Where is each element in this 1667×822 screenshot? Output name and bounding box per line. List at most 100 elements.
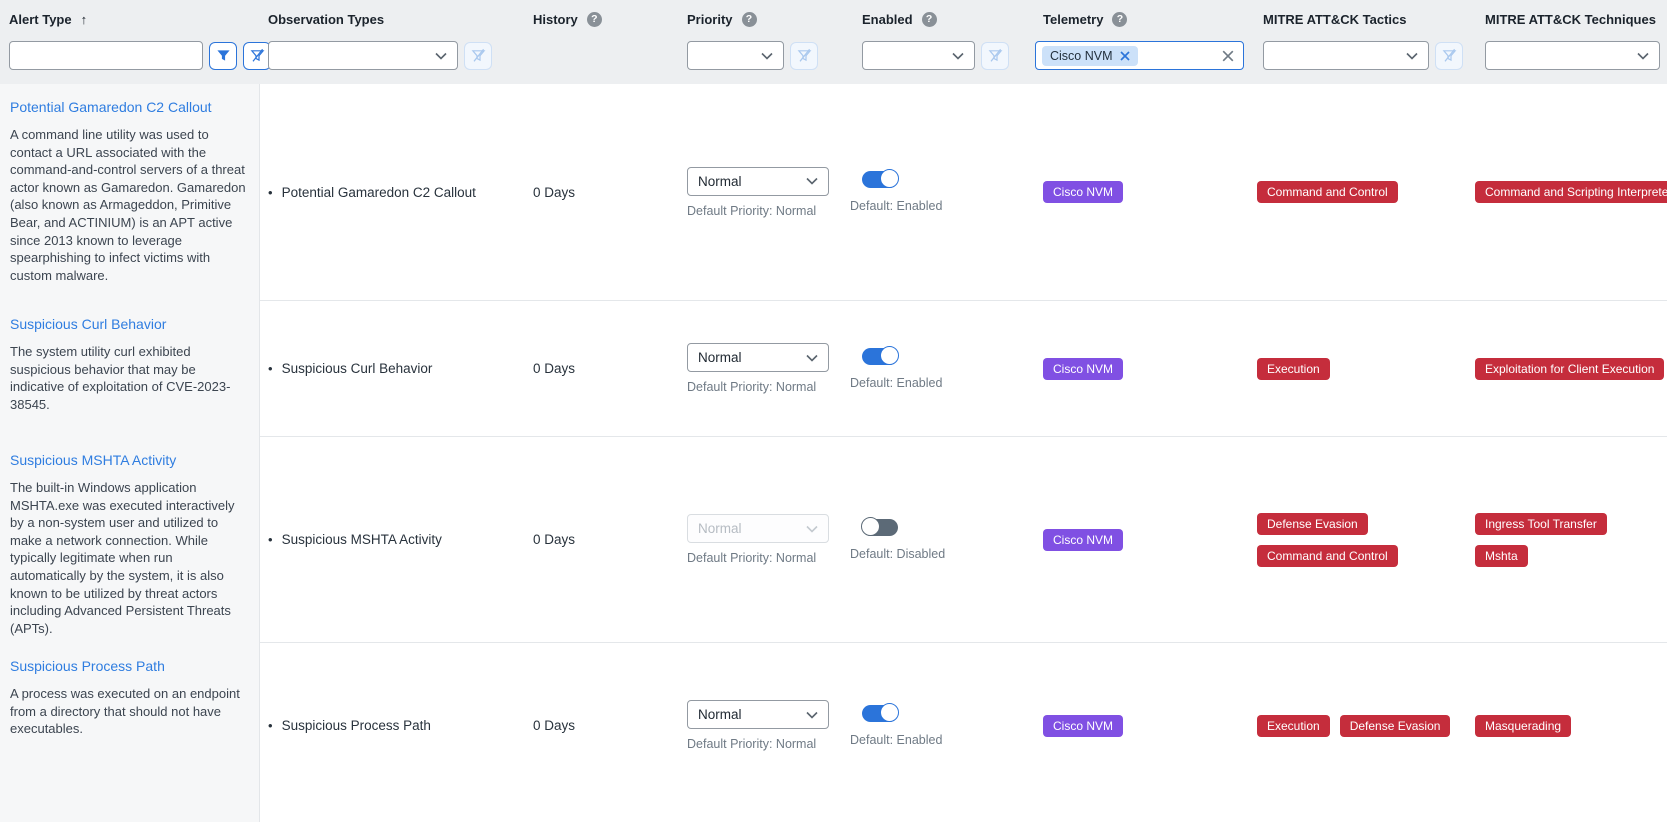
bullet-icon xyxy=(268,531,273,548)
enabled-cell: Default: Enabled xyxy=(818,301,1033,436)
priority-cell: Normal Default Priority: Normal xyxy=(643,437,818,642)
telemetry-badge: Cisco NVM xyxy=(1043,358,1123,380)
clear-multiselect-icon[interactable] xyxy=(1222,50,1234,62)
priority-default-caption: Default Priority: Normal xyxy=(687,737,829,751)
history-value: 0 Days xyxy=(533,361,575,376)
alert-type-link[interactable]: Suspicious Curl Behavior xyxy=(10,315,249,333)
priority-cell: Normal Default Priority: Normal xyxy=(643,643,818,808)
priority-default-caption: Default Priority: Normal xyxy=(687,380,829,394)
funnel-icon xyxy=(216,48,231,63)
history-value: 0 Days xyxy=(533,718,575,733)
mitre-tactic-badge: Execution xyxy=(1257,715,1330,737)
priority-filter-select[interactable] xyxy=(687,41,784,70)
observation-types-cell: Potential Gamaredon C2 Callout xyxy=(260,84,498,300)
help-icon[interactable] xyxy=(742,12,757,27)
priority-select[interactable]: Normal xyxy=(687,167,829,196)
history-cell: 0 Days xyxy=(498,643,643,808)
observation-types-cell: Suspicious Curl Behavior xyxy=(260,301,498,436)
bullet-icon xyxy=(268,717,273,734)
column-label-telemetry: Telemetry xyxy=(1043,12,1103,27)
bullet-icon xyxy=(268,360,273,377)
enabled-cell: Default: Enabled xyxy=(818,84,1033,300)
enabled-cell: Default: Enabled xyxy=(818,643,1033,808)
header-alert-type: Alert Type ↑ xyxy=(0,0,260,84)
enabled-toggle[interactable] xyxy=(862,348,898,365)
chevron-down-icon xyxy=(1406,52,1418,60)
alert-type-link[interactable]: Suspicious Process Path xyxy=(10,657,249,675)
telemetry-cell: Cisco NVM xyxy=(1033,437,1248,642)
history-cell: 0 Days xyxy=(498,301,643,436)
chevron-down-icon xyxy=(806,525,818,533)
header-mitre-tactics: MITRE ATT&CK Tactics xyxy=(1248,0,1463,84)
column-label-alert-type: Alert Type xyxy=(9,12,72,27)
alert-type-link[interactable]: Suspicious MSHTA Activity xyxy=(10,451,249,469)
column-label-mitre-techniques: MITRE ATT&CK Techniques xyxy=(1485,12,1656,27)
alert-type-cell: Suspicious Process Path A process was ex… xyxy=(0,643,260,822)
help-icon[interactable] xyxy=(922,12,937,27)
column-label-priority: Priority xyxy=(687,12,733,27)
funnel-slash-icon xyxy=(1442,48,1457,63)
enabled-default-caption: Default: Disabled xyxy=(850,547,945,561)
mitre-techniques-cell: Ingress Tool Transfer Mshta xyxy=(1463,437,1667,642)
alert-type-filter-input[interactable] xyxy=(9,41,203,70)
priority-select-value: Normal xyxy=(698,521,742,536)
column-label-enabled: Enabled xyxy=(862,12,913,27)
mitre-techniques-filter-select[interactable] xyxy=(1485,41,1660,70)
observation-type-label: Suspicious MSHTA Activity xyxy=(282,531,442,548)
priority-default-caption: Default Priority: Normal xyxy=(687,204,829,218)
alert-type-description: A process was executed on an endpoint fr… xyxy=(10,685,249,738)
observation-type-item: Suspicious MSHTA Activity xyxy=(268,531,442,548)
column-label-observation-types: Observation Types xyxy=(268,12,384,27)
priority-select[interactable]: Normal xyxy=(687,343,829,372)
funnel-slash-icon xyxy=(797,48,812,63)
enabled-default-caption: Default: Enabled xyxy=(850,733,942,747)
alert-type-cell: Suspicious Curl Behavior The system util… xyxy=(0,301,260,450)
header-mitre-techniques: MITRE ATT&CK Techniques xyxy=(1463,0,1667,84)
telemetry-cell: Cisco NVM xyxy=(1033,301,1248,436)
alert-type-description: The system utility curl exhibited suspic… xyxy=(10,343,249,413)
priority-select: Normal xyxy=(687,514,829,543)
enabled-toggle[interactable] xyxy=(862,519,898,536)
toggle-knob xyxy=(861,517,880,536)
funnel-slash-icon xyxy=(471,48,486,63)
help-icon[interactable] xyxy=(587,12,602,27)
header-history: History xyxy=(498,0,643,84)
mitre-technique-badge: Exploitation for Client Execution xyxy=(1475,358,1664,380)
telemetry-filter-multiselect[interactable]: Cisco NVM xyxy=(1035,41,1244,70)
priority-default-caption: Default Priority: Normal xyxy=(687,551,829,565)
mitre-technique-badge: Mshta xyxy=(1475,545,1528,567)
clear-column-filter-button xyxy=(464,42,492,70)
enabled-toggle[interactable] xyxy=(862,171,898,188)
observation-types-filter-select[interactable] xyxy=(268,41,458,70)
alert-type-description: A command line utility was used to conta… xyxy=(10,126,249,284)
enabled-default-caption: Default: Enabled xyxy=(850,376,942,390)
observation-types-cell: Suspicious MSHTA Activity xyxy=(260,437,498,642)
sort-asc-icon[interactable]: ↑ xyxy=(81,12,88,27)
enabled-filter-select[interactable] xyxy=(862,41,975,70)
enabled-toggle[interactable] xyxy=(862,705,898,722)
apply-filter-button[interactable] xyxy=(209,42,237,70)
chevron-down-icon xyxy=(1637,52,1649,60)
history-value: 0 Days xyxy=(533,185,575,200)
alert-type-link[interactable]: Potential Gamaredon C2 Callout xyxy=(10,98,249,116)
priority-select-value: Normal xyxy=(698,174,742,189)
column-label-history: History xyxy=(533,12,578,27)
priority-select[interactable]: Normal xyxy=(687,700,829,729)
priority-select-value: Normal xyxy=(698,350,742,365)
chevron-down-icon xyxy=(435,52,447,60)
alerts-table: Alert Type ↑ Observation Types xyxy=(0,0,1667,808)
telemetry-filter-chip-label: Cisco NVM xyxy=(1050,49,1113,63)
priority-select-value: Normal xyxy=(698,707,742,722)
alert-type-cell: Suspicious MSHTA Activity The built-in W… xyxy=(0,437,260,656)
remove-chip-icon[interactable] xyxy=(1120,51,1130,61)
enabled-cell: Default: Disabled xyxy=(818,437,1033,642)
telemetry-cell: Cisco NVM xyxy=(1033,643,1248,808)
mitre-tactics-cell: Defense Evasion Command and Control xyxy=(1248,437,1463,642)
mitre-technique-badge: Masquerading xyxy=(1475,715,1571,737)
help-icon[interactable] xyxy=(1112,12,1127,27)
history-cell: 0 Days xyxy=(498,84,643,300)
observation-type-item: Potential Gamaredon C2 Callout xyxy=(268,184,476,201)
mitre-tactics-filter-select[interactable] xyxy=(1263,41,1429,70)
observation-type-item: Suspicious Process Path xyxy=(268,717,431,734)
mitre-technique-badge: Command and Scripting Interpreter xyxy=(1475,181,1667,203)
